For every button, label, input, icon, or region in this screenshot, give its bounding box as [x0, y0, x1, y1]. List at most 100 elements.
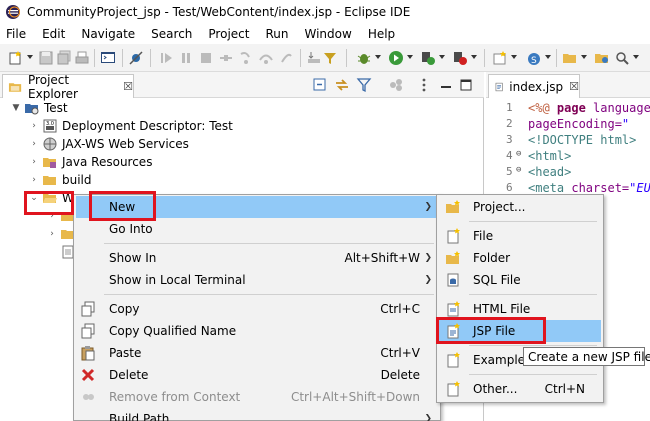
view-menu-icon[interactable]	[416, 77, 432, 93]
code-line[interactable]: 3 <!DOCTYPE html>	[486, 133, 650, 149]
menu-item-build-path[interactable]: Build Path ❯	[76, 408, 438, 421]
menu-file[interactable]: File	[0, 24, 34, 44]
remove-from-context-icon	[83, 394, 94, 400]
disconnect-icon[interactable]	[218, 50, 234, 66]
chevron-right-icon[interactable]: ›	[46, 228, 58, 240]
chevron-right-icon: ❯	[424, 414, 432, 421]
run-dropdown-arrow[interactable]	[407, 55, 413, 59]
menu-edit[interactable]: Edit	[34, 24, 73, 44]
step-into-icon[interactable]	[238, 50, 254, 66]
save-icon[interactable]	[38, 50, 54, 66]
submenu-item-folder[interactable]: Folder	[439, 247, 601, 269]
skip-breakpoints-icon[interactable]	[128, 50, 144, 66]
fold-toggle-icon[interactable]: ⊖	[516, 149, 521, 159]
submenu-item-other[interactable]: Other... Ctrl+N	[439, 378, 601, 400]
submenu-item-file[interactable]: File	[439, 225, 601, 247]
new-package-dropdown-arrow[interactable]	[511, 55, 517, 59]
new-dropdown-arrow[interactable]	[27, 55, 33, 59]
external-tools-dropdown-arrow[interactable]	[471, 55, 477, 59]
menu-item-copy-qualified-name[interactable]: Copy Qualified Name	[76, 320, 438, 342]
menu-item-remove-from-context[interactable]: Remove from Context Ctrl+Alt+Shift+Down	[76, 386, 438, 408]
menu-search[interactable]: Search	[143, 24, 200, 44]
run-icon[interactable]	[388, 50, 404, 66]
search-toolbar-icon[interactable]	[614, 50, 630, 66]
menu-item-show-in[interactable]: Show In Alt+Shift+W ❯	[76, 247, 438, 269]
title-bar: CommunityProject_jsp - Test/WebContent/i…	[0, 0, 650, 24]
new-class-dropdown-arrow[interactable]	[545, 55, 551, 59]
use-step-filters-icon[interactable]	[322, 50, 338, 66]
print-icon[interactable]	[74, 50, 90, 66]
menu-project[interactable]: Project	[200, 24, 257, 44]
submenu-item-project[interactable]: Project...	[439, 196, 601, 218]
editor-tab-bar: index.jsp ☒	[486, 72, 650, 98]
code-line[interactable]: 5 ⊖ <head>	[486, 165, 650, 181]
tree-label: build	[62, 173, 92, 187]
close-icon[interactable]: ☒	[123, 80, 133, 93]
tree-row-test[interactable]: ▼ Test	[0, 99, 484, 117]
chevron-right-icon[interactable]: ›	[28, 174, 40, 186]
tree-row-java-resources[interactable]: › Java Resources	[0, 153, 484, 171]
minimize-icon[interactable]	[438, 77, 454, 93]
close-icon[interactable]: ☒	[569, 80, 579, 93]
maximize-icon[interactable]	[458, 77, 474, 93]
open-type-icon[interactable]	[594, 50, 610, 66]
open-folder-icon[interactable]	[562, 50, 578, 66]
chevron-right-icon[interactable]: ›	[28, 120, 40, 132]
focus-task-icon[interactable]	[388, 77, 404, 93]
menu-navigate[interactable]: Navigate	[73, 24, 143, 44]
tab-index-jsp[interactable]: index.jsp ☒	[488, 74, 580, 98]
code-line[interactable]: 1 <%@ page language=	[486, 101, 650, 117]
tree-label: Test	[44, 101, 68, 115]
suspend-icon[interactable]	[178, 50, 194, 66]
menu-item-show-in-terminal[interactable]: Show in Local Terminal ❯	[76, 269, 438, 291]
external-tools-icon[interactable]	[452, 50, 468, 66]
chevron-right-icon: ❯	[424, 202, 432, 212]
link-with-editor-icon[interactable]	[334, 77, 350, 93]
chevron-right-icon[interactable]: ›	[28, 156, 40, 168]
submenu-item-sql-file[interactable]: SQL File	[439, 269, 601, 291]
code-line[interactable]: 4 ⊖ <html>	[486, 149, 650, 165]
menu-help[interactable]: Help	[360, 24, 403, 44]
menu-bar: File Edit Navigate Search Project Run Wi…	[0, 24, 650, 44]
line-number: 3	[506, 133, 513, 146]
tree-row-build[interactable]: › build	[0, 171, 484, 189]
save-all-icon[interactable]	[56, 50, 72, 66]
menu-item-shortcut: Ctrl+Alt+Shift+Down	[290, 390, 420, 404]
terminate-icon[interactable]	[198, 50, 214, 66]
fold-toggle-icon[interactable]: ⊖	[516, 165, 521, 175]
new-java-package-icon[interactable]	[492, 50, 508, 66]
menu-item-delete[interactable]: Delete Delete	[76, 364, 438, 386]
tree-row-jax-ws[interactable]: › JAX-WS Web Services	[0, 135, 484, 153]
new-icon[interactable]	[8, 50, 24, 66]
chevron-right-icon[interactable]: ›	[28, 138, 40, 150]
run-server-icon[interactable]	[420, 50, 436, 66]
tree-row-deployment-descriptor[interactable]: › 3.0 Deployment Descriptor: Test	[0, 117, 484, 135]
terminal-icon[interactable]	[100, 50, 116, 66]
menu-item-paste[interactable]: Paste Ctrl+V	[76, 342, 438, 364]
run-server-dropdown-arrow[interactable]	[439, 55, 445, 59]
collapse-all-icon[interactable]	[312, 77, 328, 93]
project-explorer-icon	[8, 82, 22, 92]
step-return-icon[interactable]	[278, 50, 294, 66]
step-over-icon[interactable]	[258, 50, 274, 66]
drop-to-frame-icon[interactable]	[306, 50, 322, 66]
folder-icon	[43, 176, 56, 185]
menu-window[interactable]: Window	[296, 24, 359, 44]
example-icon	[447, 352, 460, 368]
new-class-icon[interactable]: S	[526, 50, 542, 66]
search-dropdown-arrow[interactable]	[633, 55, 639, 59]
debug-icon[interactable]	[356, 50, 372, 66]
menu-item-copy[interactable]: Copy Ctrl+C	[76, 298, 438, 320]
code-line[interactable]: 2 pageEncoding="	[486, 117, 650, 133]
project-explorer-header: Project Explorer ☒	[0, 72, 484, 101]
debug-dropdown-arrow[interactable]	[375, 55, 381, 59]
submenu-item-shortcut: Ctrl+N	[544, 382, 585, 396]
menu-run[interactable]: Run	[257, 24, 296, 44]
menu-item-go-into[interactable]: Go Into	[76, 218, 438, 240]
resume-icon[interactable]	[158, 50, 174, 66]
filter-icon[interactable]	[356, 77, 372, 93]
open-folder-dropdown-arrow[interactable]	[581, 55, 587, 59]
web-services-icon	[43, 137, 57, 151]
chevron-down-icon[interactable]: ▼	[10, 102, 22, 114]
tab-project-explorer[interactable]: Project Explorer ☒	[2, 73, 134, 101]
